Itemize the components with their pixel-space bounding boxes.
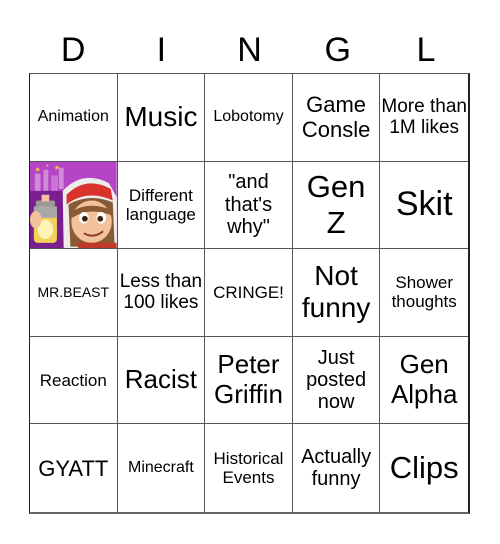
header-letter-d: D bbox=[60, 31, 86, 69]
bingo-cell[interactable]: Animation bbox=[30, 74, 118, 162]
bingo-cell[interactable]: More than 1M likes bbox=[380, 74, 468, 162]
bingo-cell[interactable]: Clips bbox=[380, 424, 468, 512]
bingo-cell[interactable]: Racist bbox=[117, 336, 206, 425]
bingo-cell[interactable]: Not funny bbox=[292, 249, 381, 337]
header-letter-l: L bbox=[416, 31, 436, 69]
bingo-header: D I N G L bbox=[29, 28, 470, 72]
bingo-grid: Animation Music Lobotomy Game Consle Mor… bbox=[29, 73, 470, 514]
bingo-cell[interactable]: Lobotomy bbox=[205, 74, 293, 162]
bingo-cell[interactable]: Just posted now bbox=[292, 336, 381, 425]
bingo-cell[interactable]: Peter Griffin bbox=[205, 336, 293, 425]
bingo-cell[interactable]: Actually funny bbox=[293, 424, 381, 512]
subway-surfers-jake-image bbox=[30, 161, 117, 249]
bingo-cell[interactable]: Gen Alpha bbox=[380, 337, 468, 425]
bingo-cell[interactable]: Minecraft bbox=[118, 424, 206, 512]
header-letter-g: G bbox=[324, 31, 351, 69]
bingo-cell[interactable]: Different language bbox=[117, 161, 206, 250]
bingo-cell[interactable]: Reaction bbox=[30, 336, 118, 425]
bingo-cell[interactable]: Game Consle bbox=[292, 74, 381, 162]
free-space-cell[interactable] bbox=[30, 161, 118, 250]
bingo-cell[interactable]: "and that's why" bbox=[205, 161, 293, 250]
bingo-cell[interactable]: Music bbox=[117, 74, 206, 162]
bingo-cell[interactable]: Less than 100 likes bbox=[117, 249, 206, 337]
bingo-cell[interactable]: Shower thoughts bbox=[380, 249, 468, 337]
bingo-cell[interactable]: Skit bbox=[380, 162, 468, 250]
bingo-cell[interactable]: Gen Z bbox=[292, 161, 381, 250]
header-letter-i: I bbox=[156, 31, 167, 69]
bingo-cell[interactable]: MR.BEAST bbox=[30, 249, 118, 337]
header-letter-n: N bbox=[237, 31, 262, 69]
bingo-cell[interactable]: Historical Events bbox=[205, 424, 293, 512]
bingo-cell[interactable]: GYATT bbox=[30, 424, 118, 512]
bingo-cell[interactable]: CRINGE! bbox=[205, 249, 293, 337]
